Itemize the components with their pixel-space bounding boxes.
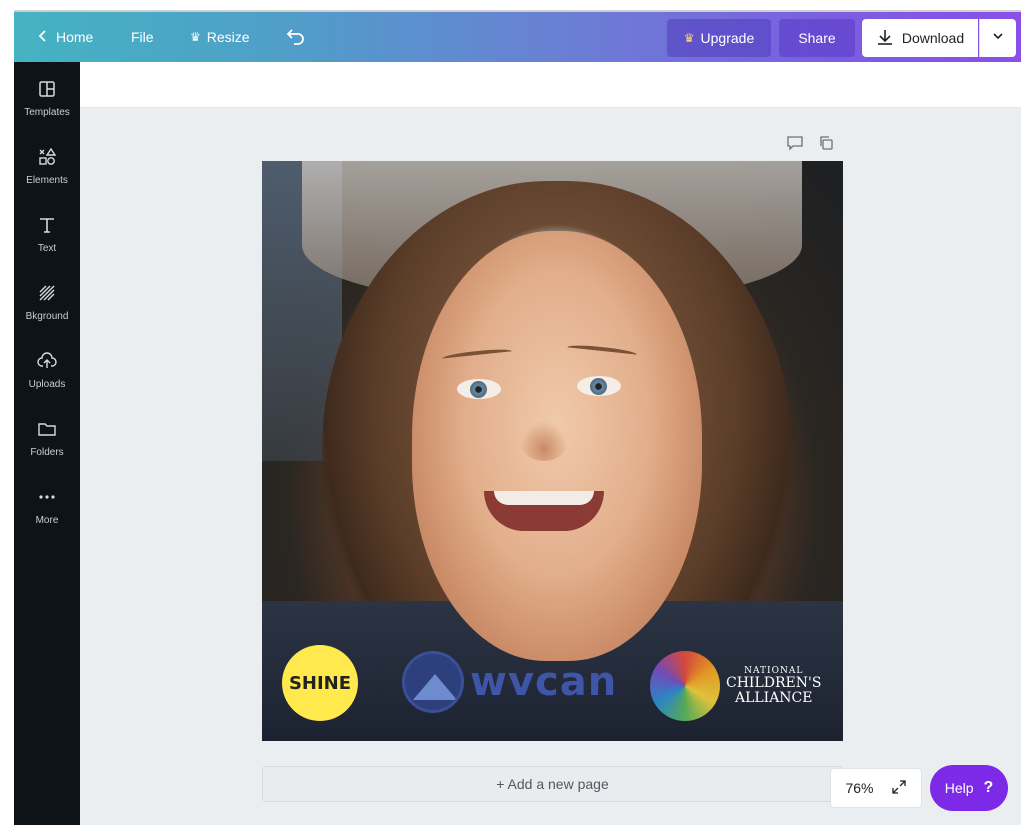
download-options-button[interactable] [979,19,1016,57]
crown-icon: ♛ [683,31,695,45]
nca-logo-text: NATIONAL CHILDREN'S ALLIANCE [726,666,822,706]
home-button[interactable]: Home [36,29,93,46]
resize-button[interactable]: ♛ Resize [190,29,250,45]
templates-icon [37,79,57,104]
sidebar-item-elements[interactable]: Elements [14,138,80,194]
mountain-icon [402,651,464,713]
upgrade-button[interactable]: ♛ Upgrade [667,19,771,57]
context-toolbar [80,62,1021,108]
nca-line-3: ALLIANCE [734,689,813,706]
share-label: Share [798,30,836,46]
sidebar-item-more[interactable]: More [14,478,80,534]
background-icon [37,283,57,308]
resize-label: Resize [206,29,250,45]
file-menu-button[interactable]: File [131,29,154,45]
wvcan-logo-text: wvcan [470,659,618,705]
design-page[interactable]: SHINE wvcan NATIONAL CHILDREN'S ALLIANCE [262,161,843,741]
share-button[interactable]: Share [779,19,855,57]
download-button[interactable]: Download [862,19,978,57]
photo-nose [520,421,568,461]
comment-icon[interactable] [786,135,804,151]
add-page-label: + Add a new page [496,776,609,792]
sidebar-item-label: Folders [30,446,64,458]
zoom-control[interactable]: 76% [830,768,922,808]
elements-icon [37,147,57,172]
shine-logo[interactable]: SHINE [282,645,358,721]
sidebar-item-background[interactable]: Bkground [14,274,80,330]
undo-icon [286,27,306,48]
add-page-button[interactable]: + Add a new page [262,766,843,802]
sidebar-item-text[interactable]: Text [14,206,80,262]
question-mark-icon: ? [983,779,994,796]
duplicate-page-icon[interactable] [818,135,834,151]
uploads-icon [37,351,57,376]
sidebar-item-label: Templates [24,106,70,118]
sidebar-item-label: Uploads [28,378,66,390]
help-button[interactable]: Help ? [930,765,1008,811]
download-label: Download [901,30,965,46]
chevron-left-icon [36,29,50,46]
more-icon [37,487,57,512]
fullscreen-icon[interactable] [891,779,907,798]
crown-icon: ♛ [190,30,201,44]
hands-heart-icon [650,651,720,721]
shine-logo-text: SHINE [288,672,352,694]
help-label: Help [944,780,974,796]
undo-button[interactable] [286,27,306,48]
sidebar-item-label: More [35,514,59,526]
upgrade-label: Upgrade [700,30,755,46]
folder-icon [37,419,57,444]
chevron-down-icon [992,29,1004,47]
photo-eye [577,376,621,396]
wvcan-logo[interactable]: wvcan [402,651,617,713]
page-tools [786,135,834,151]
editor-app: Home File ♛ Resize ♛ Upgrade Share Downl… [0,0,1024,825]
sidebar-item-folders[interactable]: Folders [14,410,80,466]
sidebar-item-label: Text [37,242,57,254]
photo-eye [457,379,501,399]
sidebar-item-uploads[interactable]: Uploads [14,342,80,398]
left-sidebar: Templates Elements Text Bkground Uploads [14,62,80,825]
sidebar-item-label: Bkground [25,310,69,322]
sidebar-item-templates[interactable]: Templates [14,70,80,126]
text-icon [37,215,57,240]
national-childrens-alliance-logo[interactable]: NATIONAL CHILDREN'S ALLIANCE [650,651,821,721]
sidebar-item-label: Elements [26,174,68,186]
file-label: File [131,29,154,45]
download-icon [876,28,894,49]
top-toolbar: Home File ♛ Resize ♛ Upgrade Share Downl… [14,10,1021,62]
home-label: Home [56,29,94,45]
nca-line-2: CHILDREN'S [726,675,822,692]
zoom-level[interactable]: 76% [845,780,873,796]
